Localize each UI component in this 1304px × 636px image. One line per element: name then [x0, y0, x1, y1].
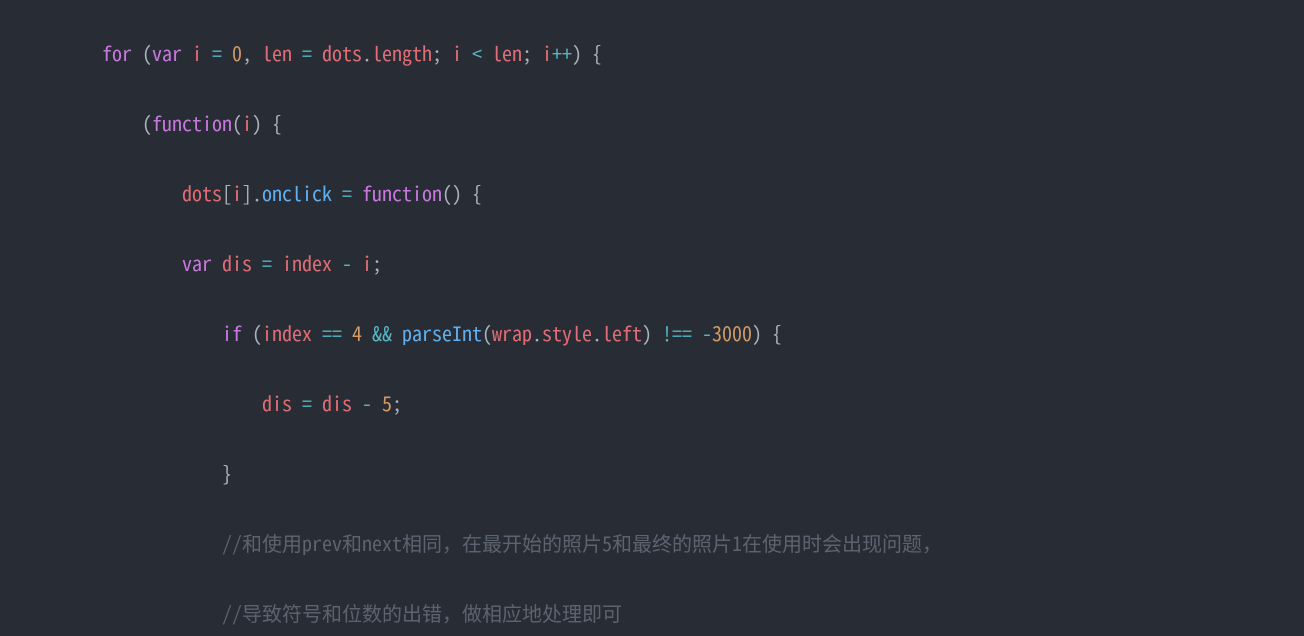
code-line: }	[62, 455, 1304, 490]
comment: //和使用prev和next相同，在最开始的照片5和最终的照片1在使用时会出现问…	[222, 528, 942, 557]
code-line: //导致符号和位数的出错，做相应地处理即可	[62, 595, 1304, 630]
code-line: //和使用prev和next相同，在最开始的照片5和最终的照片1在使用时会出现问…	[62, 525, 1304, 560]
code-line: if (index == 4 && parseInt(wrap.style.le…	[62, 315, 1304, 350]
code-line: var dis = index - i;	[62, 245, 1304, 280]
code-editor[interactable]: for (var i = 0, len = dots.length; i < l…	[0, 0, 1304, 636]
code-line: dots[i].onclick = function() {	[62, 175, 1304, 210]
code-line: dis = dis - 5;	[62, 385, 1304, 420]
code-line: (function(i) {	[62, 105, 1304, 140]
code-line: for (var i = 0, len = dots.length; i < l…	[62, 35, 1304, 70]
keyword-for: for	[102, 38, 132, 67]
comment: //导致符号和位数的出错，做相应地处理即可	[222, 598, 622, 627]
